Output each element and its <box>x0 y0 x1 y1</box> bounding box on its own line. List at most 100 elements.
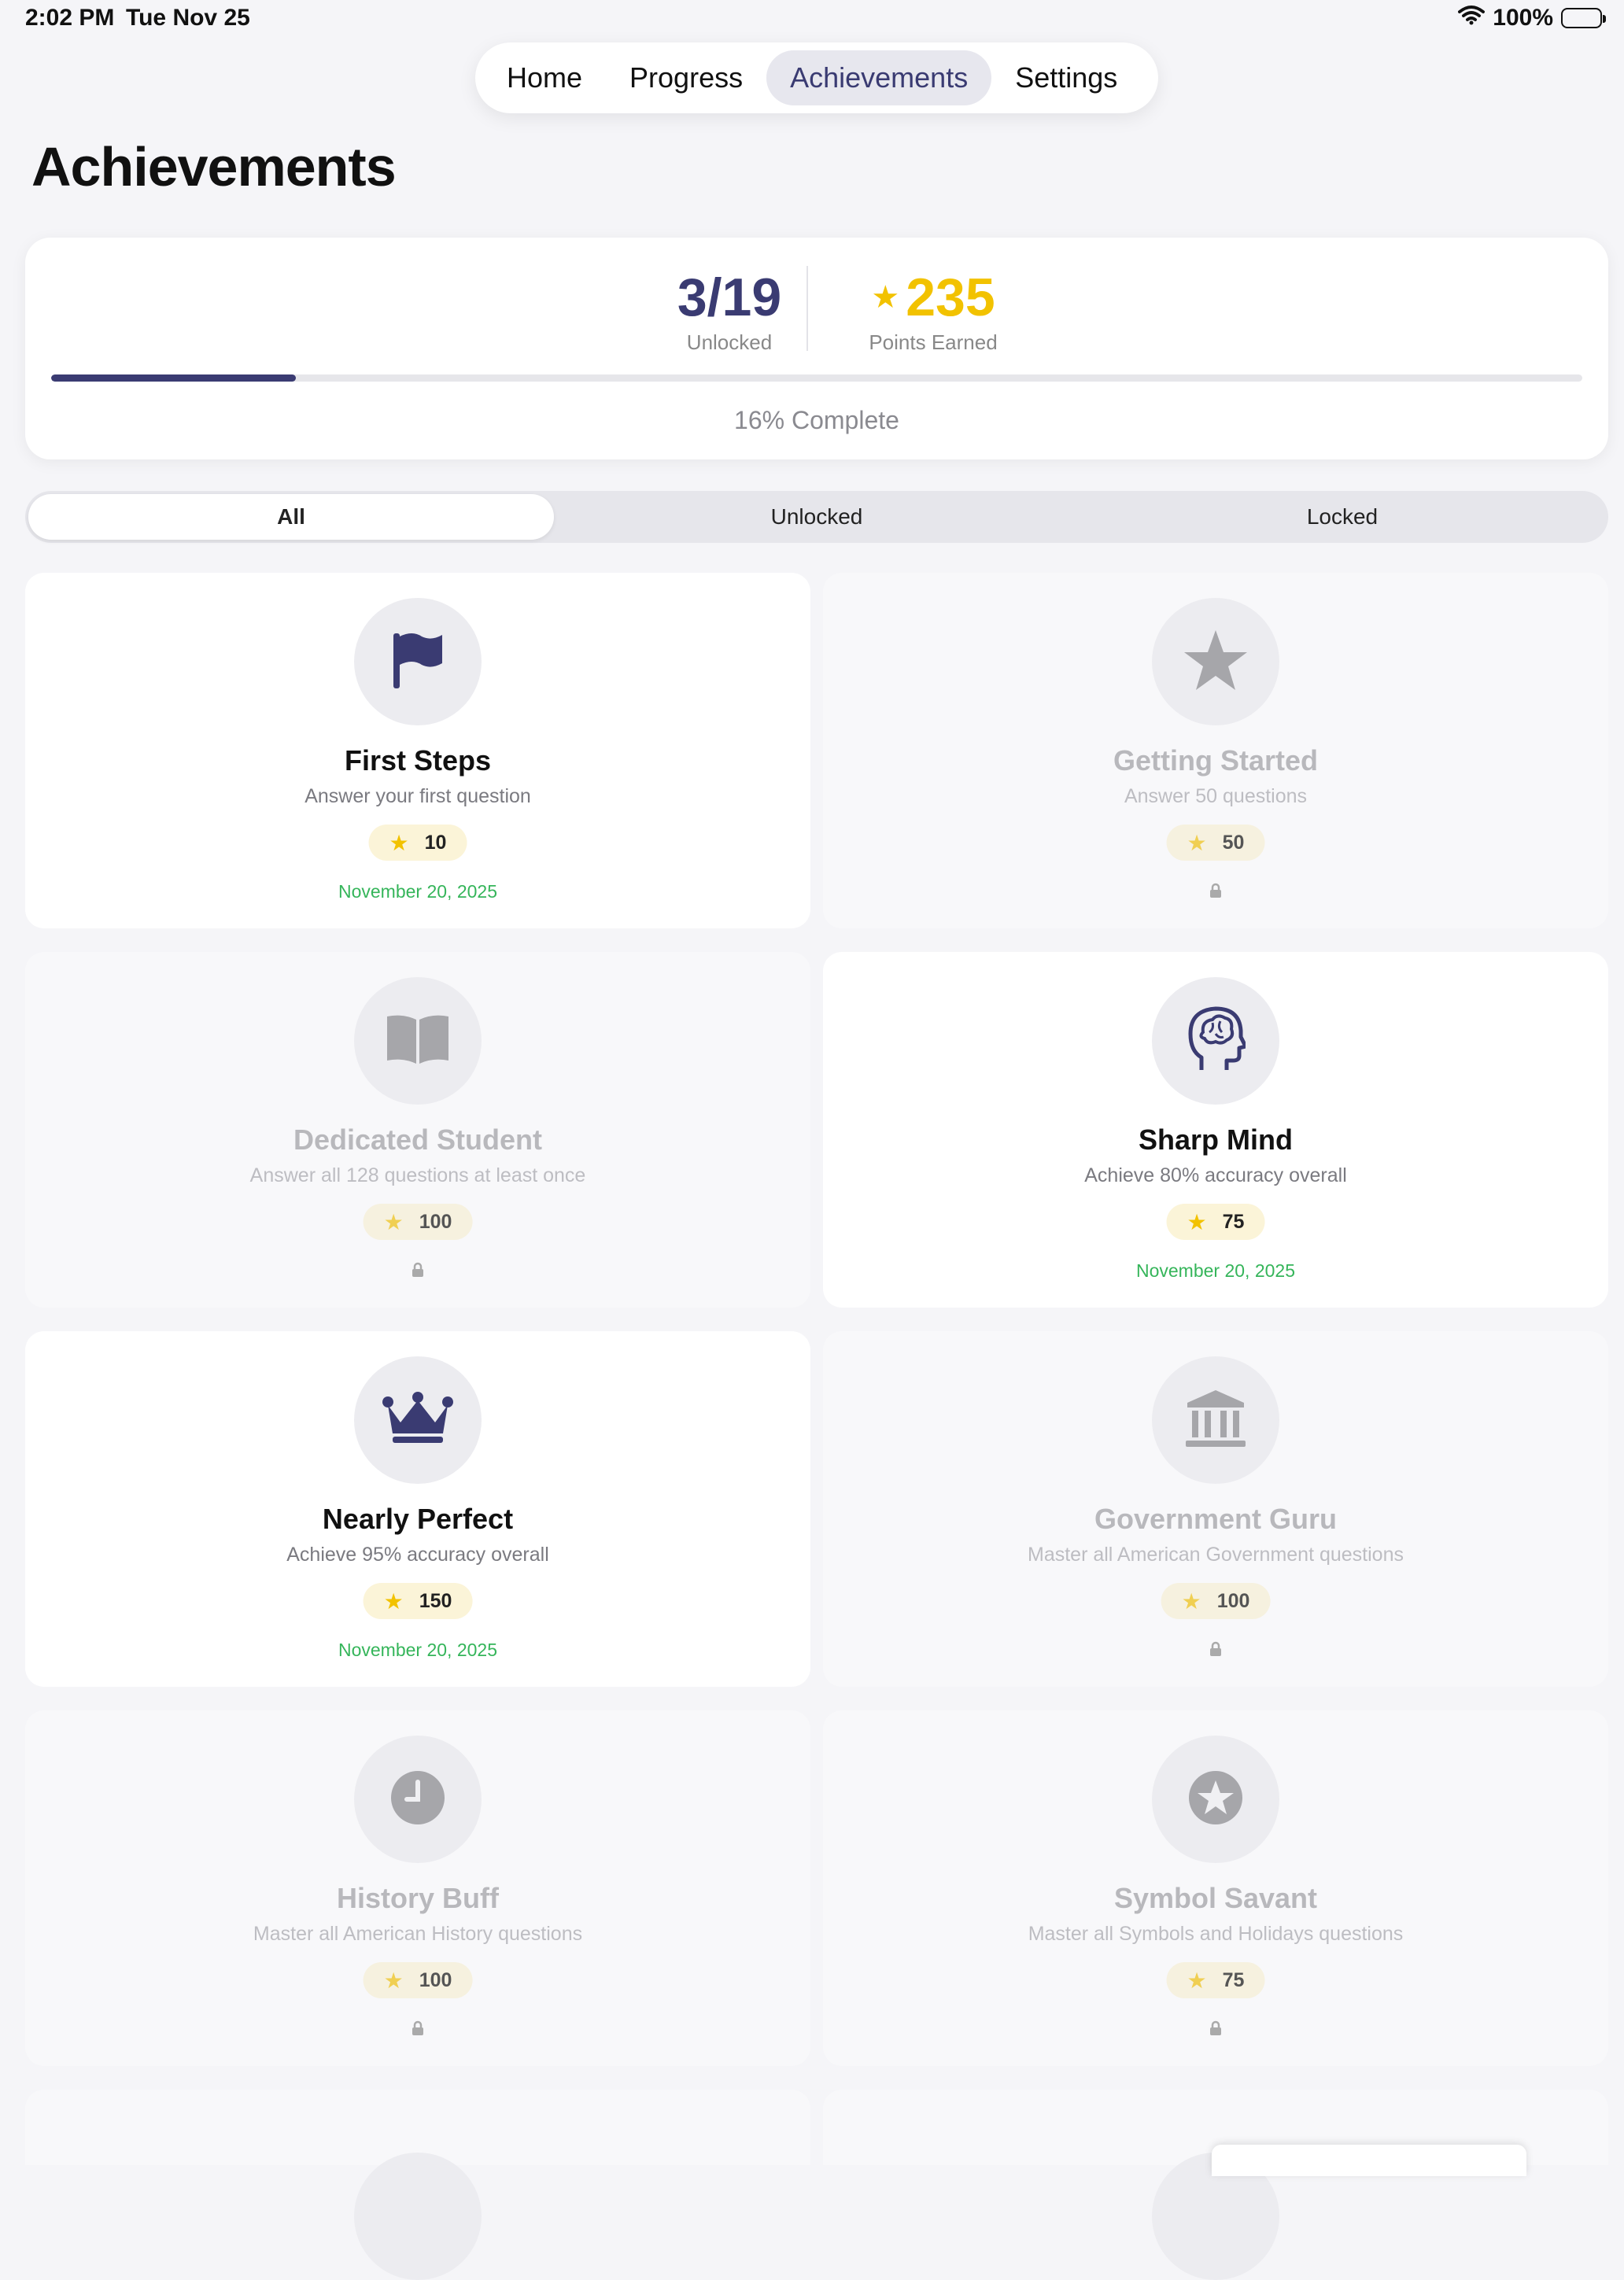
points-value: 50 <box>1222 831 1245 854</box>
status-bar: 2:02 PM Tue Nov 25 100% <box>0 0 1624 38</box>
star-icon: ★ <box>383 1588 404 1614</box>
achievement-title: Getting Started <box>1113 744 1318 777</box>
achievement-description: Answer 50 questions <box>1124 785 1308 807</box>
progress-bar <box>51 374 1582 382</box>
points-badge: ★ 150 <box>363 1583 473 1619</box>
filter-locked[interactable]: Locked <box>1080 494 1605 540</box>
points-badge: ★ 75 <box>1166 1962 1265 1998</box>
points-value: 100 <box>419 1968 452 1991</box>
achievement-card-dedicated-student[interactable]: Dedicated Student Answer all 128 questio… <box>25 952 810 1308</box>
star-icon <box>1183 629 1249 695</box>
lock-icon <box>412 1262 424 1282</box>
battery-percent: 100% <box>1493 5 1553 31</box>
unlocked-stat: 3/19 Unlocked <box>647 266 812 355</box>
clock-icon <box>389 1769 446 1830</box>
points-value: 75 <box>1222 1968 1245 1991</box>
brain-head-icon <box>1186 1005 1248 1077</box>
achievement-icon-circle <box>1152 1736 1279 1863</box>
points-badge: ★ 100 <box>363 1962 473 1998</box>
points-badge: ★ 100 <box>1161 1583 1271 1619</box>
achievement-description: Master all American Government questions <box>1028 1544 1404 1566</box>
star-icon: ★ <box>1187 830 1207 855</box>
points-value: 75 <box>1222 1210 1245 1233</box>
unlock-date: November 20, 2025 <box>338 881 497 902</box>
achievement-description: Answer your first question <box>304 785 531 807</box>
flag-icon <box>390 630 445 694</box>
achievement-description: Master all Symbols and Holidays question… <box>1028 1923 1404 1945</box>
points-badge: ★ 100 <box>363 1204 473 1240</box>
points-value: 100 <box>1216 1589 1250 1612</box>
book-icon <box>384 1013 452 1069</box>
bottom-sheet-handle[interactable] <box>1212 2145 1526 2176</box>
achievement-card-partial[interactable] <box>25 2090 810 2280</box>
progress-text: 16% Complete <box>734 406 899 434</box>
achievement-title: Sharp Mind <box>1139 1123 1293 1156</box>
tab-achievements[interactable]: Achievements <box>766 50 992 105</box>
achievement-icon-circle <box>1152 977 1279 1105</box>
points-label: Points Earned <box>869 330 998 354</box>
unlocked-count: 3/19 <box>677 267 782 327</box>
achievement-icon-circle <box>354 977 482 1105</box>
page-title: Achievements <box>31 136 397 197</box>
star-icon: ★ <box>389 830 409 855</box>
status-date: Tue Nov 25 <box>126 5 250 31</box>
achievement-icon-circle <box>1152 1356 1279 1484</box>
achievement-card-first-steps[interactable]: First Steps Answer your first question ★… <box>25 573 810 928</box>
achievement-description: Achieve 80% accuracy overall <box>1084 1164 1347 1186</box>
star-icon: ★ <box>1187 1209 1207 1234</box>
achievement-description: Master all American History questions <box>253 1923 583 1945</box>
star-icon: ★ <box>871 280 900 315</box>
filter-segmented-control: All Unlocked Locked <box>25 491 1608 543</box>
points-value: 235 <box>906 267 995 327</box>
unlock-date: November 20, 2025 <box>1135 1260 1295 1281</box>
achievement-icon-circle <box>1152 598 1279 725</box>
points-value: 150 <box>419 1589 452 1612</box>
achievement-card-getting-started[interactable]: Getting Started Answer 50 questions ★ 50 <box>823 573 1608 928</box>
unlocked-label: Unlocked <box>686 330 773 354</box>
star-icon: ★ <box>383 1209 404 1234</box>
lock-icon <box>1209 2020 1222 2040</box>
points-badge: ★ 10 <box>368 825 467 861</box>
status-time: 2:02 PM <box>25 5 115 31</box>
achievement-card-government-guru[interactable]: Government Guru Master all American Gove… <box>823 1331 1608 1687</box>
battery-icon <box>1561 8 1606 28</box>
building-columns-icon <box>1184 1389 1247 1452</box>
unlock-date: November 20, 2025 <box>338 1640 497 1660</box>
star-icon: ★ <box>1187 1968 1207 1993</box>
points-value: 100 <box>419 1210 452 1233</box>
star-circle-icon <box>1187 1769 1244 1830</box>
tab-home[interactable]: Home <box>483 50 606 105</box>
achievement-icon-circle <box>354 2153 482 2280</box>
points-value: 10 <box>424 831 447 854</box>
achievement-title: First Steps <box>344 744 492 777</box>
wifi-icon <box>1458 5 1486 31</box>
points-badge: ★ 75 <box>1166 1204 1265 1240</box>
top-navigation: Home Progress Achievements Settings <box>475 42 1158 113</box>
lock-icon <box>1209 1641 1222 1661</box>
achievement-description: Answer all 128 questions at least once <box>249 1164 586 1186</box>
star-icon: ★ <box>1181 1588 1201 1614</box>
achievement-title: Symbol Savant <box>1113 1882 1318 1914</box>
filter-unlocked[interactable]: Unlocked <box>554 494 1080 540</box>
achievement-icon-circle <box>354 1356 482 1484</box>
lock-icon <box>1209 883 1222 902</box>
points-stat: ★ 235 Points Earned <box>854 266 1012 355</box>
status-indicators: 100% <box>1458 5 1606 31</box>
tab-settings[interactable]: Settings <box>991 50 1141 105</box>
achievement-icon-circle <box>354 1736 482 1863</box>
achievement-card-nearly-perfect[interactable]: Nearly Perfect Achieve 95% accuracy over… <box>25 1331 810 1687</box>
achievement-card-sharp-mind[interactable]: Sharp Mind Achieve 80% accuracy overall … <box>823 952 1608 1308</box>
achievement-card-history-buff[interactable]: History Buff Master all American History… <box>25 1710 810 2066</box>
achievement-card-symbol-savant[interactable]: Symbol Savant Master all Symbols and Hol… <box>823 1710 1608 2066</box>
filter-all[interactable]: All <box>28 494 554 540</box>
points-badge: ★ 50 <box>1166 825 1265 861</box>
tab-progress[interactable]: Progress <box>606 50 766 105</box>
achievement-title: Nearly Perfect <box>322 1503 514 1535</box>
star-icon: ★ <box>383 1968 404 1993</box>
achievement-title: Government Guru <box>1094 1503 1338 1535</box>
crown-icon <box>382 1391 454 1450</box>
achievement-title: History Buff <box>337 1882 499 1914</box>
lock-icon <box>412 2020 424 2040</box>
achievement-icon-circle <box>354 598 482 725</box>
achievement-description: Achieve 95% accuracy overall <box>286 1544 549 1566</box>
